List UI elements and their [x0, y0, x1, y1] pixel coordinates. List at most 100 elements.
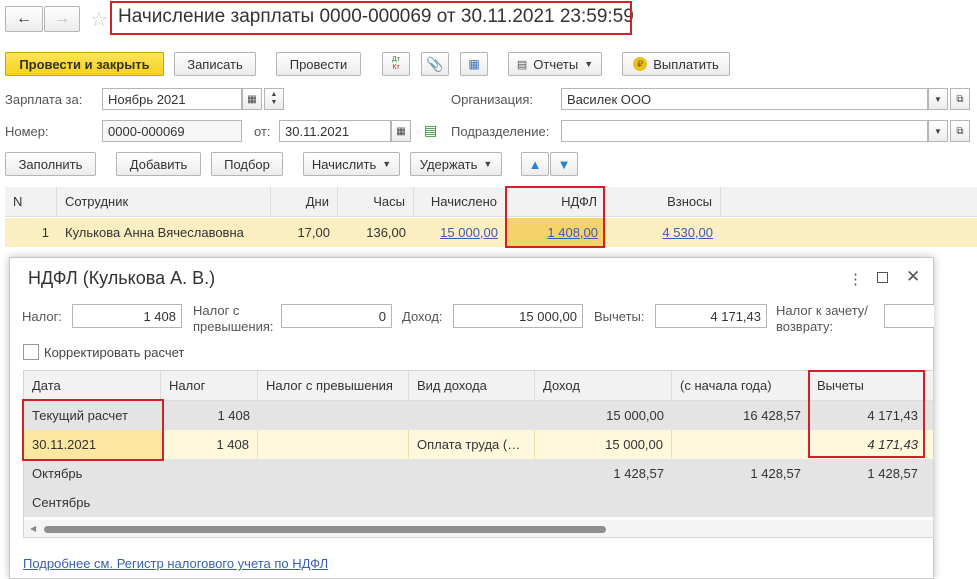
- col-accrued[interactable]: Начислено: [414, 187, 506, 216]
- department-label: Подразделение:: [451, 124, 550, 139]
- dtkt-button[interactable]: Дт Кт: [382, 52, 410, 76]
- cell-date: Октябрь: [32, 466, 83, 481]
- star-icon[interactable]: ☆: [90, 7, 108, 32]
- cell-n: 1: [41, 225, 49, 240]
- department-dropdown[interactable]: ▼: [928, 120, 948, 142]
- organization-dropdown[interactable]: ▼: [928, 88, 948, 110]
- post-and-close-button[interactable]: Провести и закрыть: [5, 52, 164, 76]
- horizontal-scrollbar[interactable]: ◀: [24, 520, 933, 537]
- contributions-link[interactable]: 4 530,00: [662, 225, 713, 240]
- reports-button[interactable]: ▤ Отчеты ▼: [508, 52, 602, 76]
- reports-label: Отчеты: [533, 56, 579, 72]
- col-income[interactable]: Доход: [535, 371, 672, 400]
- close-icon[interactable]: ✕: [906, 267, 920, 287]
- cell-ytd: [672, 488, 809, 517]
- maximize-icon[interactable]: [877, 272, 888, 283]
- back-button[interactable]: ←: [5, 6, 43, 32]
- period-stepper[interactable]: ▲ ▼: [264, 88, 284, 110]
- withhold-button[interactable]: Удержать ▼: [410, 152, 502, 176]
- cell-income: 15 000,00: [535, 430, 672, 459]
- report-icon: ▤: [516, 58, 528, 71]
- department-field[interactable]: [561, 120, 928, 142]
- income-field[interactable]: 15 000,00: [453, 304, 583, 328]
- table-row[interactable]: 1 Кулькова Анна Вячеславовна 17,00 136,0…: [5, 218, 977, 247]
- col-hours[interactable]: Часы: [338, 187, 414, 216]
- table-row[interactable]: Текущий расчет 1 408 15 000,00 16 428,57…: [24, 401, 933, 430]
- cell-date: Сентябрь: [32, 495, 91, 510]
- post-button[interactable]: Провести: [276, 52, 361, 76]
- tax-label: Налог:: [22, 309, 62, 324]
- col-deductions[interactable]: Вычеты: [809, 371, 926, 400]
- col-excess[interactable]: Налог с превышения: [258, 371, 409, 400]
- date-field[interactable]: 30.11.2021: [279, 120, 391, 142]
- cell-income: 1 428,57: [613, 466, 664, 481]
- cell-ndfl-wrap: 1 408,00: [506, 218, 606, 247]
- cell-kind: [409, 459, 535, 488]
- correct-label: Корректировать расчет: [44, 345, 185, 360]
- paperclip-icon: 📎: [426, 55, 444, 72]
- move-down-button[interactable]: ▼: [550, 152, 578, 176]
- col-ytd[interactable]: (с начала года): [672, 371, 809, 400]
- col-tax[interactable]: Налог: [161, 371, 258, 400]
- stepper-down-icon: ▼: [270, 99, 278, 106]
- document-check-icon[interactable]: ▤: [424, 122, 437, 139]
- fill-button[interactable]: Заполнить: [5, 152, 96, 176]
- ndfl-register-link[interactable]: Подробнее см. Регистр налогового учета п…: [23, 556, 328, 571]
- pick-button[interactable]: Подбор: [211, 152, 283, 176]
- arrow-up-icon: ▲: [528, 156, 542, 172]
- table-row[interactable]: 30.11.2021 1 408 Оплата труда (… 15 000,…: [24, 430, 933, 459]
- offset-field[interactable]: [884, 304, 934, 328]
- calendar-button[interactable]: ▦: [242, 88, 262, 110]
- cell-tax: 1 408: [217, 408, 250, 423]
- number-field[interactable]: 0000-000069: [102, 120, 242, 142]
- scroll-thumb[interactable]: [44, 526, 606, 533]
- col-contributions[interactable]: Взносы: [606, 187, 721, 216]
- ndfl-link[interactable]: 1 408,00: [547, 225, 598, 240]
- excess-label-2: превышения:: [193, 319, 274, 334]
- col-employee[interactable]: Сотрудник: [57, 187, 271, 216]
- correct-checkbox[interactable]: [23, 344, 39, 360]
- organization-open[interactable]: ⧉: [950, 88, 970, 110]
- excess-field[interactable]: 0: [281, 304, 392, 328]
- chevron-down-icon: ▼: [934, 126, 942, 136]
- table-row[interactable]: Октябрь 1 428,57 1 428,57 1 428,57: [24, 459, 933, 488]
- dialog-title: НДФЛ (Кулькова А. В.): [28, 268, 216, 288]
- save-button[interactable]: Записать: [174, 52, 256, 76]
- accrue-button[interactable]: Начислить ▼: [303, 152, 400, 176]
- add-button[interactable]: Добавить: [116, 152, 201, 176]
- cell-income: [535, 488, 672, 517]
- deductions-field[interactable]: 4 171,43: [655, 304, 767, 328]
- open-icon: ⧉: [956, 93, 964, 105]
- date-calendar-button[interactable]: ▦: [391, 120, 411, 142]
- attach-button[interactable]: 📎: [421, 52, 449, 76]
- arrow-down-icon: ▼: [557, 156, 571, 172]
- col-income-kind[interactable]: Вид дохода: [409, 371, 535, 400]
- cell-kind: Оплата труда (…: [409, 430, 535, 459]
- more-icon[interactable]: ⋮: [848, 270, 863, 288]
- main-table-header: N Сотрудник Дни Часы Начислено НДФЛ Взно…: [5, 187, 977, 217]
- cell-excess: [258, 488, 409, 517]
- offset-label-2: возврату:: [776, 319, 834, 334]
- col-ndfl[interactable]: НДФЛ: [506, 187, 606, 216]
- cell-excess: [258, 401, 409, 430]
- col-date[interactable]: Дата: [24, 371, 161, 400]
- department-open[interactable]: ⧉: [950, 120, 970, 142]
- salary-for-field[interactable]: Ноябрь 2021: [102, 88, 242, 110]
- organization-field[interactable]: Василек ООО: [561, 88, 928, 110]
- accrued-link[interactable]: 15 000,00: [440, 225, 498, 240]
- col-n[interactable]: N: [5, 187, 57, 216]
- table-row[interactable]: Сентябрь: [24, 488, 933, 517]
- deductions-label: Вычеты:: [594, 309, 645, 324]
- cell-ytd: 16 428,57: [743, 408, 801, 423]
- arrow-right-icon: →: [54, 10, 70, 27]
- forward-button[interactable]: →: [44, 6, 80, 32]
- structure-button[interactable]: ▦: [460, 52, 488, 76]
- dtkt-icon: Дт Кт: [392, 56, 400, 71]
- cell-employee: Кулькова Анна Вячеславовна: [65, 225, 244, 240]
- tax-field[interactable]: 1 408: [72, 304, 182, 328]
- pay-button[interactable]: ₽ Выплатить: [622, 52, 730, 76]
- calendar-icon: ▦: [396, 125, 406, 137]
- scroll-left-icon[interactable]: ◀: [30, 524, 36, 533]
- col-days[interactable]: Дни: [271, 187, 338, 216]
- move-up-button[interactable]: ▲: [521, 152, 549, 176]
